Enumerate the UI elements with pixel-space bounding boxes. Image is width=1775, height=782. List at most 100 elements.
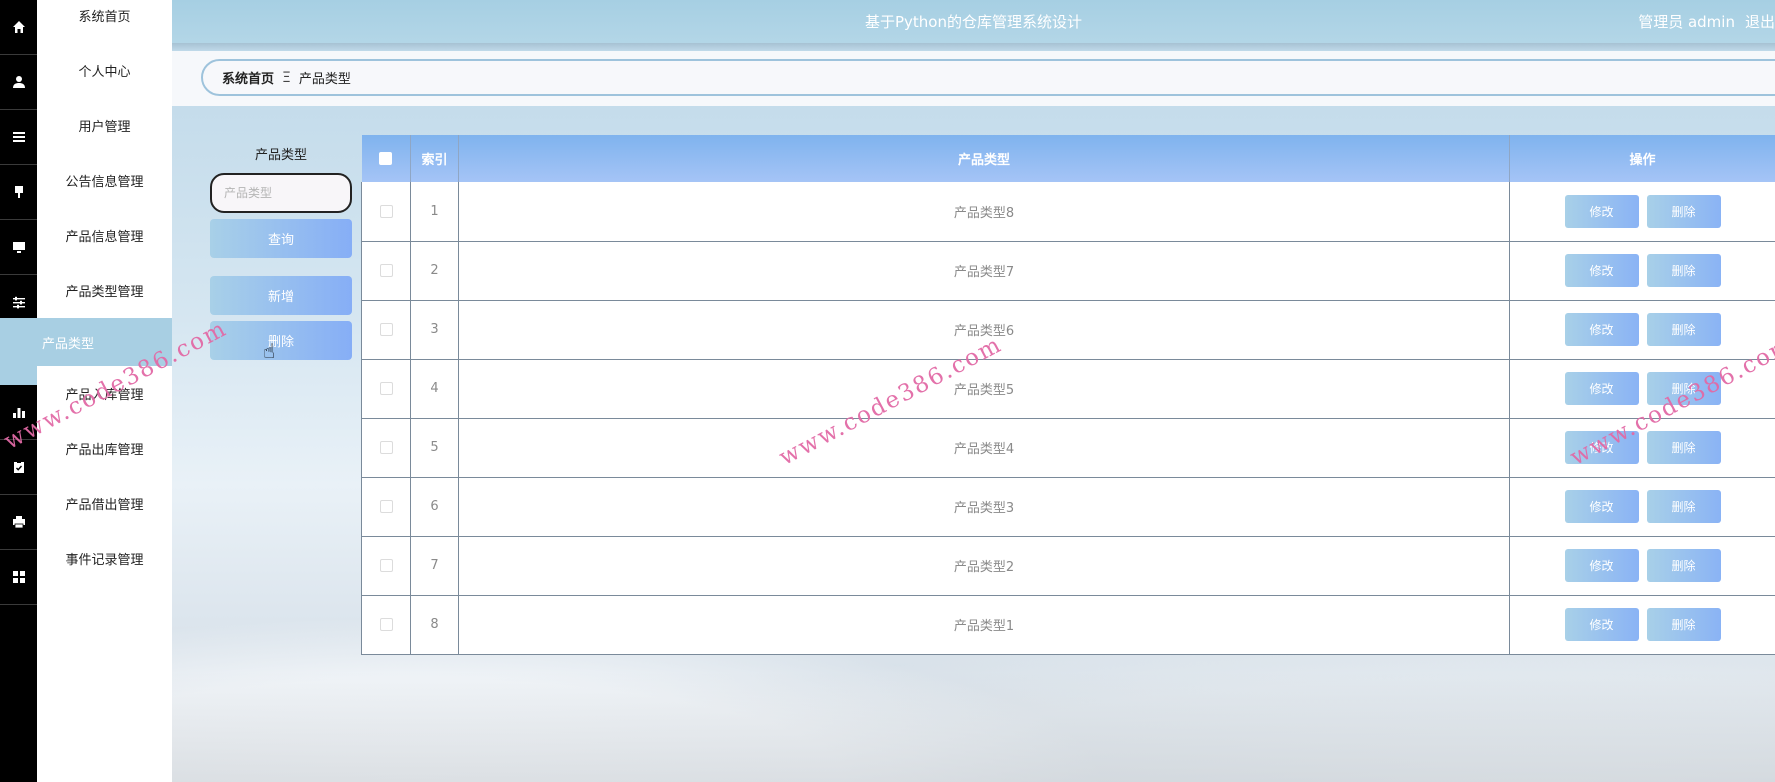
row-index: 1	[410, 182, 459, 242]
row-product-type: 产品类型6	[458, 300, 1510, 360]
sidebar-subitem-product-type[interactable]: 产品类型	[0, 318, 172, 366]
row-checkbox-cell[interactable]	[361, 595, 411, 655]
delete-button[interactable]: 删除	[1646, 313, 1721, 346]
pin-icon[interactable]	[0, 165, 37, 220]
row-checkbox[interactable]	[379, 559, 393, 572]
delete-button[interactable]: 删除	[1646, 490, 1721, 523]
clipboard-icon[interactable]	[0, 440, 37, 495]
row-actions: 修改 删除	[1509, 241, 1775, 301]
sidebar-item-label: 个人中心	[78, 65, 131, 80]
row-product-type: 产品类型5	[458, 359, 1510, 419]
sidebar-item-label: 产品类型	[42, 336, 95, 352]
row-checkbox[interactable]	[379, 618, 393, 631]
home-icon[interactable]	[0, 0, 37, 55]
sidebar-item-events[interactable]: 事件记录管理	[37, 531, 172, 586]
user-label: 管理员 admin	[1638, 13, 1735, 31]
delete-button[interactable]: 删除	[1646, 194, 1721, 228]
sidebar-item-home[interactable]: 系统首页	[37, 0, 172, 43]
row-checkbox[interactable]	[379, 264, 393, 277]
search-input[interactable]	[210, 173, 352, 213]
table-row: 5 产品类型4 修改 删除	[361, 418, 1775, 478]
row-index: 3	[410, 300, 459, 360]
row-product-type: 产品类型2	[458, 536, 1510, 596]
icon-rail	[0, 0, 37, 782]
sidebar-item-label: 系统首页	[78, 10, 131, 25]
header-select-all[interactable]	[361, 135, 411, 182]
sidebar-item-label: 产品信息管理	[65, 230, 144, 245]
table-header-row: 索引 产品类型 操作	[361, 135, 1775, 182]
table-row: 8 产品类型1 修改 删除	[361, 595, 1775, 655]
list-icon[interactable]	[0, 110, 37, 165]
grid-icon[interactable]	[0, 550, 37, 605]
row-actions: 修改 删除	[1509, 536, 1775, 596]
row-checkbox-cell[interactable]	[361, 359, 411, 419]
row-product-type: 产品类型1	[458, 595, 1510, 655]
sidebar-item-outbound[interactable]: 产品出库管理	[37, 421, 172, 476]
delete-button[interactable]: 删除	[1646, 549, 1721, 582]
query-button[interactable]: 查询	[210, 219, 352, 258]
sidebar-item-notices[interactable]: 公告信息管理	[37, 153, 172, 208]
row-index: 8	[410, 595, 459, 655]
batch-delete-button[interactable]: 删除	[210, 321, 352, 360]
product-type-table: 索引 产品类型 操作 1 产品类型8 修改 删除 2 产品类型7 修改 删除 3 产品类型6 修改删…	[361, 135, 1775, 655]
logout-link[interactable]: 退出	[1745, 11, 1775, 32]
app-title: 基于Python的仓库管理系统设计	[865, 13, 1082, 31]
row-actions: 修改 删除	[1509, 182, 1775, 242]
row-product-type: 产品类型4	[458, 418, 1510, 478]
printer-icon[interactable]	[0, 495, 37, 550]
search-label: 产品类型	[254, 148, 307, 163]
edit-button[interactable]: 修改	[1564, 254, 1639, 287]
table-row: 6 产品类型3 修改 删除	[361, 477, 1775, 537]
row-product-type: 产品类型8	[458, 182, 1510, 242]
table-row: 1 产品类型8 修改 删除	[361, 182, 1775, 242]
edit-button[interactable]: 修改	[1564, 549, 1639, 582]
row-checkbox-cell[interactable]	[361, 182, 411, 242]
sidebar-item-product-type-mgmt[interactable]: 产品类型管理	[37, 263, 172, 318]
add-button[interactable]: 新增	[210, 276, 352, 315]
row-checkbox-cell[interactable]	[361, 418, 411, 478]
edit-button[interactable]: 修改	[1564, 313, 1639, 346]
row-product-type: 产品类型7	[458, 241, 1510, 301]
sidebar-item-label: 事件记录管理	[65, 553, 144, 568]
select-all-checkbox[interactable]	[379, 152, 393, 165]
top-header: 基于Python的仓库管理系统设计 管理员 admin 退出	[172, 0, 1775, 43]
delete-button[interactable]: 删除	[1646, 431, 1721, 464]
edit-button[interactable]: 修改	[1564, 372, 1639, 405]
delete-button[interactable]: 删除	[1646, 254, 1721, 287]
sidebar-item-label: 产品出库管理	[65, 443, 144, 458]
delete-button[interactable]: 删除	[1646, 608, 1721, 641]
row-checkbox[interactable]	[379, 500, 393, 513]
row-actions: 修改 删除	[1509, 595, 1775, 655]
delete-button[interactable]: 删除	[1646, 372, 1721, 405]
edit-button[interactable]: 修改	[1564, 431, 1639, 464]
breadcrumb-home[interactable]: 系统首页	[222, 68, 274, 87]
background-ground	[172, 672, 1775, 782]
row-checkbox-cell[interactable]	[361, 241, 411, 301]
sidebar-item-inbound[interactable]: 产品入库管理	[37, 366, 172, 421]
row-product-type: 产品类型3	[458, 477, 1510, 537]
bar-chart-icon[interactable]	[0, 385, 37, 440]
edit-button[interactable]: 修改	[1564, 490, 1639, 523]
sidebar-item-users[interactable]: 用户管理	[37, 98, 172, 153]
sidebar-item-lending[interactable]: 产品借出管理	[37, 476, 172, 531]
row-checkbox-cell[interactable]	[361, 536, 411, 596]
header-product-type: 产品类型	[458, 135, 1510, 182]
user-icon[interactable]	[0, 55, 37, 110]
row-checkbox[interactable]	[379, 441, 393, 454]
breadcrumb-separator-icon: Ξ	[282, 69, 291, 86]
sidebar: 系统首页 个人中心 用户管理 公告信息管理 产品信息管理 产品类型管理 产品类型…	[0, 0, 172, 782]
hand-cursor-icon: ☝	[263, 339, 276, 363]
table-row: 7 产品类型2 修改 删除	[361, 536, 1775, 596]
sidebar-item-profile[interactable]: 个人中心	[37, 43, 172, 98]
sidebar-item-product-info[interactable]: 产品信息管理	[37, 208, 172, 263]
monitor-icon[interactable]	[0, 220, 37, 275]
row-checkbox[interactable]	[379, 204, 393, 218]
row-index: 5	[410, 418, 459, 478]
edit-button[interactable]: 修改	[1564, 608, 1639, 641]
row-checkbox[interactable]	[379, 382, 393, 395]
row-checkbox-cell[interactable]	[361, 477, 411, 537]
row-index: 2	[410, 241, 459, 301]
row-checkbox[interactable]	[379, 323, 393, 336]
edit-button[interactable]: 修改	[1564, 194, 1639, 228]
row-checkbox-cell[interactable]	[361, 300, 411, 360]
